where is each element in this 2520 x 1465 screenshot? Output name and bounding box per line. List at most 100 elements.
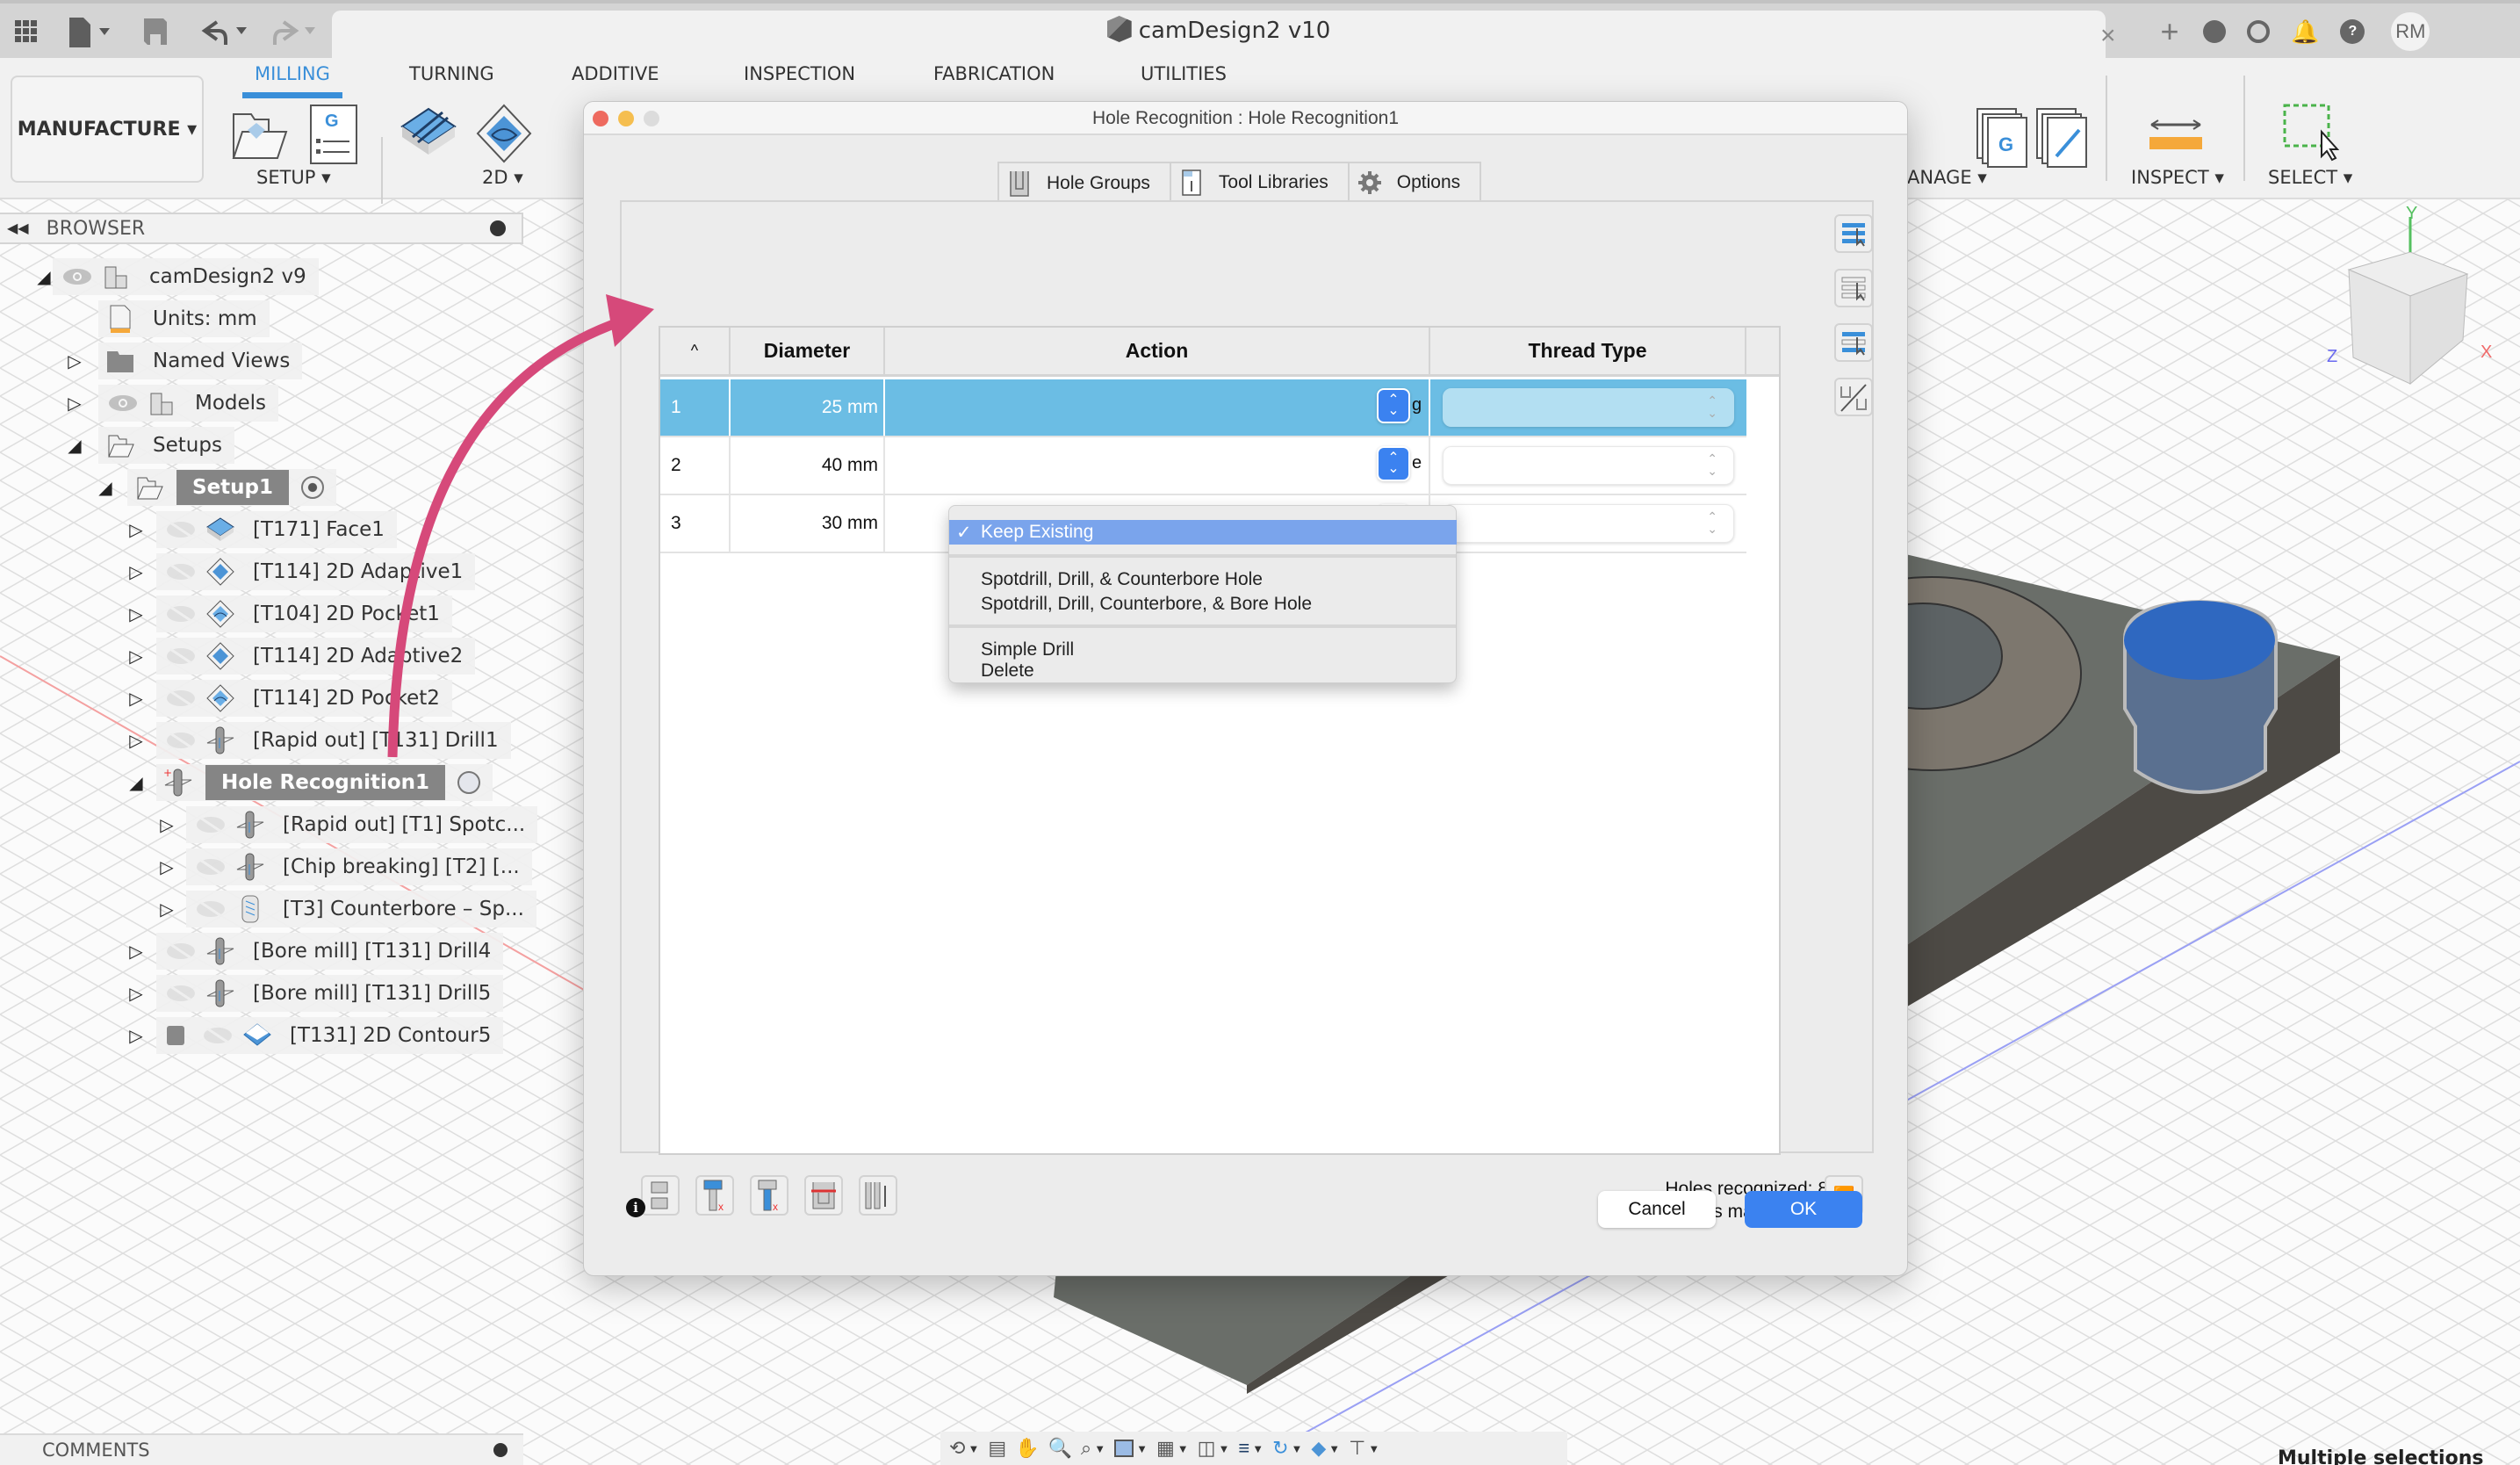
row-action-select[interactable]: g ⌃ ⌄ [885,379,1430,436]
grid-settings-tool[interactable]: ▦ ▼ [1153,1432,1192,1465]
menu-item-keep-existing[interactable]: ✓ Keep Existing [949,520,1457,545]
menu-item-spotdrill-drill-counterbore-bore[interactable]: Spotdrill, Drill, Counterbore, & Bore Ho… [949,592,1456,617]
nc-program-icon[interactable]: G [309,104,358,165]
select-box-icon[interactable] [2283,102,2339,163]
activate-radio-icon[interactable] [301,476,324,499]
browser-item[interactable]: [Rapid out] [T131] Drill1 [156,722,511,759]
zoom-tool[interactable]: 🔍 [1045,1432,1076,1465]
remove-top-segment-button[interactable]: x [695,1175,734,1216]
activate-radio-icon[interactable] [457,771,481,794]
browser-item[interactable]: [Rapid out] [T1] Spotc... [186,806,538,843]
setup-group-label[interactable]: SETUP ▾ [256,167,331,188]
tab-milling[interactable]: MILLING [242,63,342,98]
select-none-button[interactable] [1834,269,1873,307]
tab-additive[interactable]: ADDITIVE [572,63,659,84]
expand-toggle[interactable]: ▷ [66,393,83,415]
browser-item[interactable]: Named Views [98,343,303,379]
visibility-hidden-icon[interactable] [165,563,197,581]
expand-toggle[interactable]: ▷ [127,561,145,583]
stock-display-tool[interactable]: ◆ ▼ [1307,1432,1343,1465]
tool-display-tool[interactable]: ⊤ ▼ [1345,1432,1383,1465]
visibility-hidden-icon[interactable] [165,732,197,749]
expand-toggle[interactable]: ▷ [127,983,145,1005]
visibility-hidden-icon[interactable] [165,942,197,960]
apps-grid-icon[interactable] [9,16,44,47]
workspace-switcher[interactable]: MANUFACTURE ▾ [11,76,204,183]
tab-options[interactable]: Options [1350,163,1480,202]
visibility-hidden-icon[interactable] [195,900,227,918]
face-op-icon[interactable] [399,102,458,169]
expand-toggle[interactable]: ▷ [127,688,145,710]
visibility-hidden-icon[interactable] [195,816,227,834]
orbit-tool[interactable]: ⟲ ▼ [946,1432,983,1465]
browser-item[interactable]: [Chip breaking] [T2] [... [186,848,532,885]
tab-hole-groups[interactable]: Hole Groups [999,163,1171,204]
row-action-select[interactable]: e⌃⌄ [885,437,1430,494]
expand-toggle[interactable]: ▷ [127,941,145,963]
expand-toggle[interactable]: ▷ [127,603,145,625]
top-height-button[interactable] [804,1175,843,1216]
browser-item[interactable]: [T114] 2D Pocket2 [156,680,452,717]
browser-item[interactable]: [T114] 2D Adaptive1 [156,553,476,590]
viewports-tool[interactable]: ◫ ▼ [1194,1432,1234,1465]
expand-toggle[interactable]: ◢ [66,435,83,457]
visibility-hidden-icon[interactable] [195,858,227,876]
browser-item[interactable]: [Bore mill] [T131] Drill5 [156,975,504,1012]
action-select-stepper[interactable]: ⌃⌄ [1377,446,1410,481]
setup-sheet-icon[interactable] [2035,107,2090,169]
save-icon[interactable] [140,16,170,47]
cancel-button[interactable]: Cancel [1598,1191,1716,1228]
expand-toggle[interactable]: ◢ [35,266,53,288]
extensions-icon[interactable] [2203,20,2226,43]
sort-column-header[interactable]: ^ [660,328,731,374]
redo-icon[interactable] [268,16,320,47]
browser-item[interactable]: [T171] Face1 [156,511,397,548]
comments-add-icon[interactable] [493,1443,508,1457]
new-tab-icon[interactable]: + [2147,13,2192,50]
visibility-hidden-icon[interactable] [202,1027,234,1044]
expand-toggle[interactable]: ▷ [127,519,145,541]
fit-tool[interactable]: ⌕ ▼ [1077,1432,1109,1465]
manage-group-label[interactable]: ANAGE ▾ [1907,167,1987,188]
browser-item[interactable]: Setups [98,427,234,464]
look-at-tool[interactable]: ▤ [984,1432,1010,1465]
new-setup-icon[interactable] [230,105,290,163]
browser-pin-icon[interactable] [490,220,506,236]
table-row[interactable]: 1 25 mm g ⌃ ⌄ ⌃ ⌄ [660,379,1746,437]
toolpath-display-tool[interactable]: ≡ ▼ [1235,1432,1267,1465]
undo-icon[interactable] [198,16,250,47]
visibility-hidden-icon[interactable] [165,689,197,707]
tab-tool-libraries[interactable]: Tool Libraries [1171,163,1350,202]
expand-toggle[interactable]: ▷ [158,814,176,836]
expand-toggle[interactable]: ▷ [127,646,145,668]
depth-adjust-button[interactable] [859,1175,897,1216]
split-groups-button[interactable] [1834,378,1873,416]
visibility-eye-icon[interactable] [61,268,93,285]
user-avatar[interactable]: RM [2391,12,2430,51]
expand-toggle[interactable]: ▷ [66,350,83,372]
ok-button[interactable]: OK [1745,1191,1862,1228]
thread-type-select[interactable]: ⌃ ⌄ [1443,504,1734,543]
browser-item[interactable]: [T104] 2D Pocket1 [156,595,452,632]
notifications-icon[interactable]: 🔔 [2291,18,2319,46]
browser-item[interactable]: Models [98,385,279,422]
menu-item-delete[interactable]: Delete [949,660,1456,682]
job-status-icon[interactable] [2247,20,2270,43]
info-icon[interactable]: i [626,1198,645,1217]
visibility-eye-icon[interactable] [107,394,139,412]
browser-item[interactable]: [T3] Counterbore – Sp... [186,891,536,927]
expand-toggle[interactable]: ▷ [127,1025,145,1047]
browser-item[interactable]: Units: mm [98,300,270,337]
inspect-group-label[interactable]: INSPECT ▾ [2131,167,2224,188]
expand-toggle[interactable]: ▷ [127,730,145,752]
file-menu-icon[interactable] [63,16,116,47]
expand-toggle[interactable]: ▷ [158,898,176,920]
expand-toggle[interactable]: ◢ [127,772,145,794]
browser-item[interactable]: [T131] 2D Contour5 [156,1017,504,1054]
select-group-label[interactable]: SELECT ▾ [2268,167,2352,188]
action-column-header[interactable]: Action [885,328,1430,374]
tab-inspection[interactable]: INSPECTION [744,63,855,84]
browser-item[interactable]: [T114] 2D Adaptive2 [156,638,476,675]
dialog-titlebar[interactable]: Hole Recognition : Hole Recognition1 [584,102,1907,135]
table-row[interactable]: 2 40 mm e ⌃ ⌄ ⌃ ⌄ [660,437,1746,495]
